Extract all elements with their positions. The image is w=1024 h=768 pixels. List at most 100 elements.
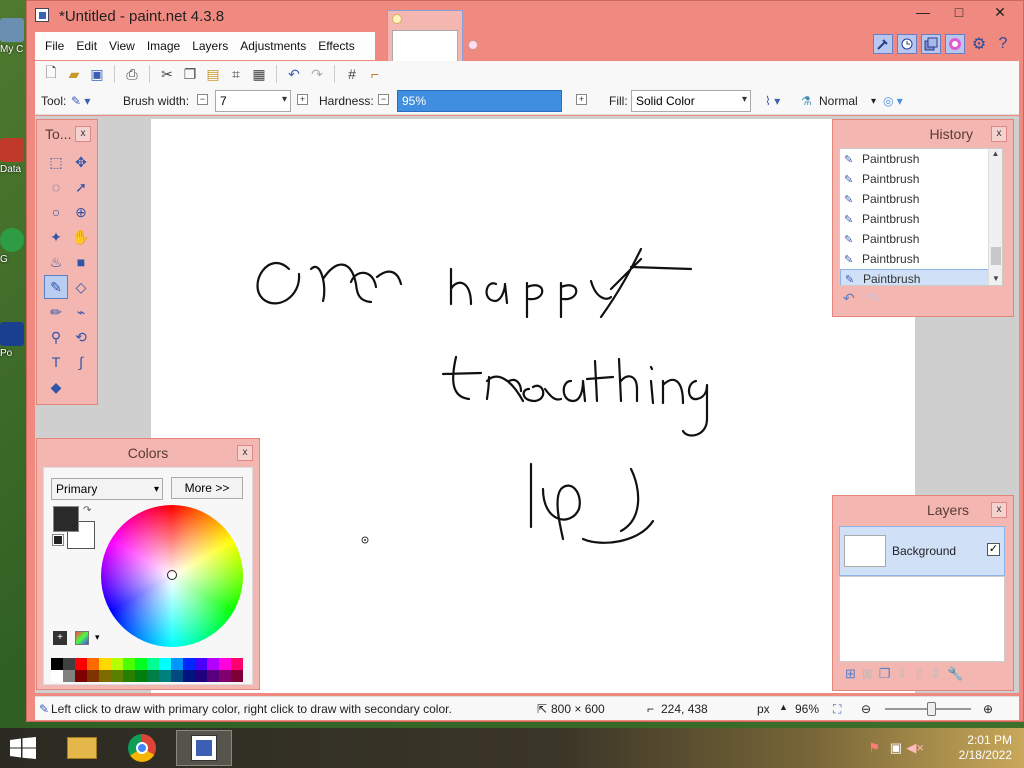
palette-swatch[interactable] bbox=[123, 658, 135, 670]
help-icon[interactable]: ? bbox=[993, 34, 1013, 54]
primary-color-swatch[interactable] bbox=[53, 506, 79, 532]
merge-layer-down-icon[interactable]: ⇩ bbox=[896, 666, 907, 682]
clone-stamp-icon[interactable]: ⚲ bbox=[44, 325, 68, 349]
units-up-arrow-icon[interactable]: ▲ bbox=[779, 702, 788, 712]
color-mode-select[interactable]: Primary ▾ bbox=[51, 478, 163, 500]
zoom-slider[interactable] bbox=[885, 702, 971, 716]
delete-layer-icon[interactable]: ⊠ bbox=[862, 666, 873, 682]
menu-view[interactable]: View bbox=[103, 39, 141, 53]
action-center-flag-icon[interactable]: ⚑ bbox=[868, 740, 880, 756]
blend-mode-value[interactable]: Normal bbox=[819, 87, 858, 115]
palette-swatch[interactable] bbox=[207, 658, 219, 670]
brush-width-decrease[interactable]: − bbox=[197, 94, 208, 105]
text-icon[interactable]: T bbox=[44, 350, 68, 374]
hardness-increase[interactable]: + bbox=[576, 94, 587, 105]
deselect-icon[interactable]: ▦ bbox=[249, 64, 269, 84]
current-tool-paintbrush-icon[interactable]: ✎ ▾ bbox=[71, 87, 90, 115]
open-file-icon[interactable]: ▰ bbox=[64, 64, 84, 84]
move-layer-down-icon[interactable]: ⇩ bbox=[930, 666, 941, 682]
lasso-select-icon[interactable]: ◌ bbox=[44, 175, 68, 199]
color-picker-icon[interactable]: ⌁ bbox=[69, 300, 93, 324]
copy-icon[interactable]: ❐ bbox=[180, 64, 200, 84]
palette-swatch[interactable] bbox=[147, 658, 159, 670]
layer-row[interactable]: Background ✓ bbox=[839, 526, 1005, 576]
palette-swatch[interactable] bbox=[111, 658, 123, 670]
zoom-out-icon[interactable]: ⊖ bbox=[861, 702, 871, 716]
clock[interactable]: 2:01 PM 2/18/2022 bbox=[959, 733, 1012, 763]
palette-swatch[interactable] bbox=[75, 670, 87, 682]
palette-swatch[interactable] bbox=[219, 670, 231, 682]
palette-swatch[interactable] bbox=[183, 658, 195, 670]
palette-swatch[interactable] bbox=[63, 670, 75, 682]
add-to-palette-icon[interactable]: + bbox=[53, 631, 67, 645]
layer-properties-icon[interactable]: 🔧 bbox=[947, 666, 963, 682]
volume-muted-icon[interactable]: ◀× bbox=[906, 740, 924, 756]
palette-swatch[interactable] bbox=[135, 670, 147, 682]
history-item[interactable]: ✎ Paintbrush bbox=[840, 149, 1002, 169]
redo-icon[interactable]: ↷ bbox=[307, 64, 327, 84]
palette-swatch[interactable] bbox=[207, 670, 219, 682]
history-item[interactable]: ✎ Paintbrush bbox=[840, 209, 1002, 229]
palette-swatch[interactable] bbox=[51, 658, 63, 670]
save-icon[interactable]: ▣ bbox=[87, 64, 107, 84]
layers-panel-close-button[interactable]: x bbox=[991, 502, 1007, 518]
print-icon[interactable]: ⎙ bbox=[122, 64, 142, 84]
gradient-icon[interactable]: ■ bbox=[69, 250, 93, 274]
history-list[interactable]: ✎ Paintbrush ✎ Paintbrush ✎ Paintbrush ✎ Paintb… bbox=[839, 148, 1003, 286]
zoom-to-window-icon[interactable]: ⛶ bbox=[833, 702, 841, 717]
brush-width-increase[interactable]: + bbox=[297, 94, 308, 105]
brush-width-combo[interactable]: 7 ▾ bbox=[215, 90, 291, 112]
palette-swatch[interactable] bbox=[123, 670, 135, 682]
palette-swatch[interactable] bbox=[195, 670, 207, 682]
palette-swatch[interactable] bbox=[63, 658, 75, 670]
new-image-icon[interactable]: 🗋 bbox=[41, 64, 61, 84]
units-selector[interactable]: px bbox=[757, 702, 770, 716]
palette-swatch[interactable] bbox=[183, 670, 195, 682]
history-item[interactable]: ✎ Paintbrush bbox=[840, 169, 1002, 189]
colors-toggle-icon[interactable] bbox=[945, 34, 965, 54]
undo-icon[interactable]: ↶ bbox=[284, 64, 304, 84]
palette-swatch[interactable] bbox=[75, 658, 87, 670]
zoom-in-icon[interactable]: ⊕ bbox=[983, 702, 993, 716]
shapes-icon[interactable]: ◆ bbox=[44, 375, 68, 399]
palette-swatch[interactable] bbox=[51, 670, 63, 682]
scroll-up-icon[interactable]: ▲ bbox=[989, 149, 1002, 158]
start-windows-icon[interactable] bbox=[10, 737, 36, 759]
menu-layers[interactable]: Layers bbox=[186, 39, 234, 53]
antialiasing-icon[interactable]: ⌇ ▾ bbox=[765, 87, 780, 115]
history-item[interactable]: ✎ Paintbrush bbox=[840, 229, 1002, 249]
cut-icon[interactable]: ✂ bbox=[157, 64, 177, 84]
scroll-down-icon[interactable]: ▼ bbox=[989, 274, 1002, 283]
menu-edit[interactable]: Edit bbox=[70, 39, 103, 53]
palette-swatch[interactable] bbox=[147, 670, 159, 682]
reset-colors-icon[interactable] bbox=[52, 534, 64, 546]
menu-adjustments[interactable]: Adjustments bbox=[234, 39, 312, 53]
settings-gear-icon[interactable]: ⚙ bbox=[969, 34, 989, 54]
palette-swatch[interactable] bbox=[99, 670, 111, 682]
close-button[interactable]: ✕ bbox=[977, 1, 1023, 25]
rulers-toggle-icon[interactable]: ⌐ bbox=[365, 64, 385, 84]
more-colors-button[interactable]: More >> bbox=[171, 477, 243, 499]
paintnet-app-icon[interactable] bbox=[35, 8, 49, 22]
palette-swatch[interactable] bbox=[171, 658, 183, 670]
paste-icon[interactable]: ▤ bbox=[203, 64, 223, 84]
crop-to-selection-icon[interactable]: ⌗ bbox=[226, 64, 246, 84]
palette-swatch[interactable] bbox=[99, 658, 111, 670]
paintbrush-icon[interactable]: ✎ bbox=[44, 275, 68, 299]
scroll-thumb[interactable] bbox=[991, 247, 1001, 265]
grid-toggle-icon[interactable]: # bbox=[342, 64, 362, 84]
palette-swatch[interactable] bbox=[231, 670, 243, 682]
taskbar-chrome[interactable] bbox=[114, 730, 170, 766]
paint-bucket-icon[interactable]: ♨ bbox=[44, 250, 68, 274]
palette-swatch[interactable] bbox=[231, 658, 243, 670]
add-layer-icon[interactable]: ⊞ bbox=[845, 666, 856, 682]
move-layer-up-icon[interactable]: ⇧ bbox=[913, 666, 924, 682]
menu-file[interactable]: File bbox=[39, 39, 70, 53]
chevron-down-icon[interactable]: ▾ bbox=[95, 632, 100, 643]
minimize-button[interactable]: — bbox=[905, 1, 941, 25]
color-wheel-marker[interactable] bbox=[167, 570, 177, 580]
zoom-slider-thumb[interactable] bbox=[927, 702, 936, 716]
tools-panel-close-button[interactable]: x bbox=[75, 126, 91, 142]
move-selected-pixels-icon[interactable]: ✥ bbox=[69, 150, 93, 174]
recolor-icon[interactable]: ⟲ bbox=[69, 325, 93, 349]
